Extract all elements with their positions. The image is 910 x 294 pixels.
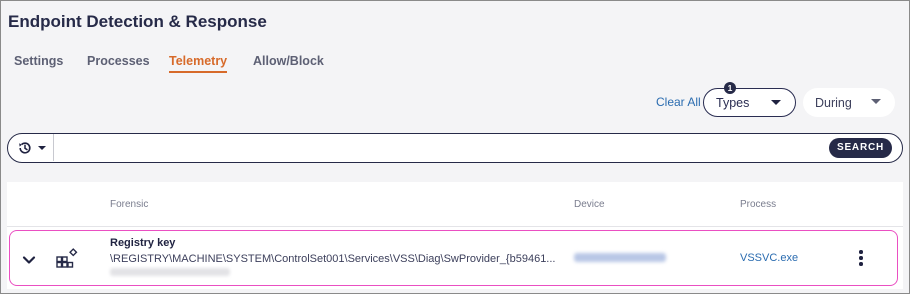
chevron-down-icon (38, 146, 46, 150)
types-count-badge: 1 (724, 82, 736, 94)
more-options-icon[interactable] (856, 250, 866, 266)
chevron-down-icon (22, 256, 36, 264)
header-divider (7, 226, 903, 227)
process-link[interactable]: VSSVC.exe (740, 252, 798, 264)
types-filter-dropdown[interactable]: 1 Types (703, 82, 796, 117)
column-header-device: Device (574, 199, 605, 210)
page-title: Endpoint Detection & Response (8, 12, 267, 31)
expand-row-button[interactable] (22, 252, 36, 270)
search-history-button[interactable] (8, 134, 54, 161)
search-bar: SEARCH (7, 133, 903, 163)
during-filter-label: During (815, 96, 852, 110)
tab-processes[interactable]: Processes (87, 54, 150, 68)
types-filter-label: Types (716, 96, 750, 110)
column-header-process: Process (740, 199, 777, 210)
forensic-type: Registry key (110, 237, 176, 249)
search-button[interactable]: SEARCH (829, 138, 892, 158)
forensic-path: \REGISTRY\MACHINE\SYSTEM\ControlSet001\S… (110, 253, 556, 265)
tab-telemetry[interactable]: Telemetry (169, 54, 228, 73)
redacted-text (110, 268, 230, 276)
during-filter-dropdown[interactable]: During (803, 88, 895, 117)
telemetry-table: Forensic Device Process Registry key \RE (7, 182, 903, 289)
column-header-forensic: Forensic (110, 199, 149, 210)
tab-allow-block[interactable]: Allow/Block (253, 54, 324, 68)
search-input[interactable] (60, 136, 820, 159)
tab-settings[interactable]: Settings (14, 54, 63, 68)
table-row[interactable]: Registry key \REGISTRY\MACHINE\SYSTEM\Co… (9, 230, 898, 286)
chevron-down-icon (871, 99, 881, 104)
clear-all-link[interactable]: Clear All (656, 95, 701, 109)
device-name-redacted[interactable] (574, 253, 666, 262)
registry-icon (55, 248, 79, 275)
chevron-down-icon (771, 100, 781, 105)
history-icon (19, 142, 31, 154)
